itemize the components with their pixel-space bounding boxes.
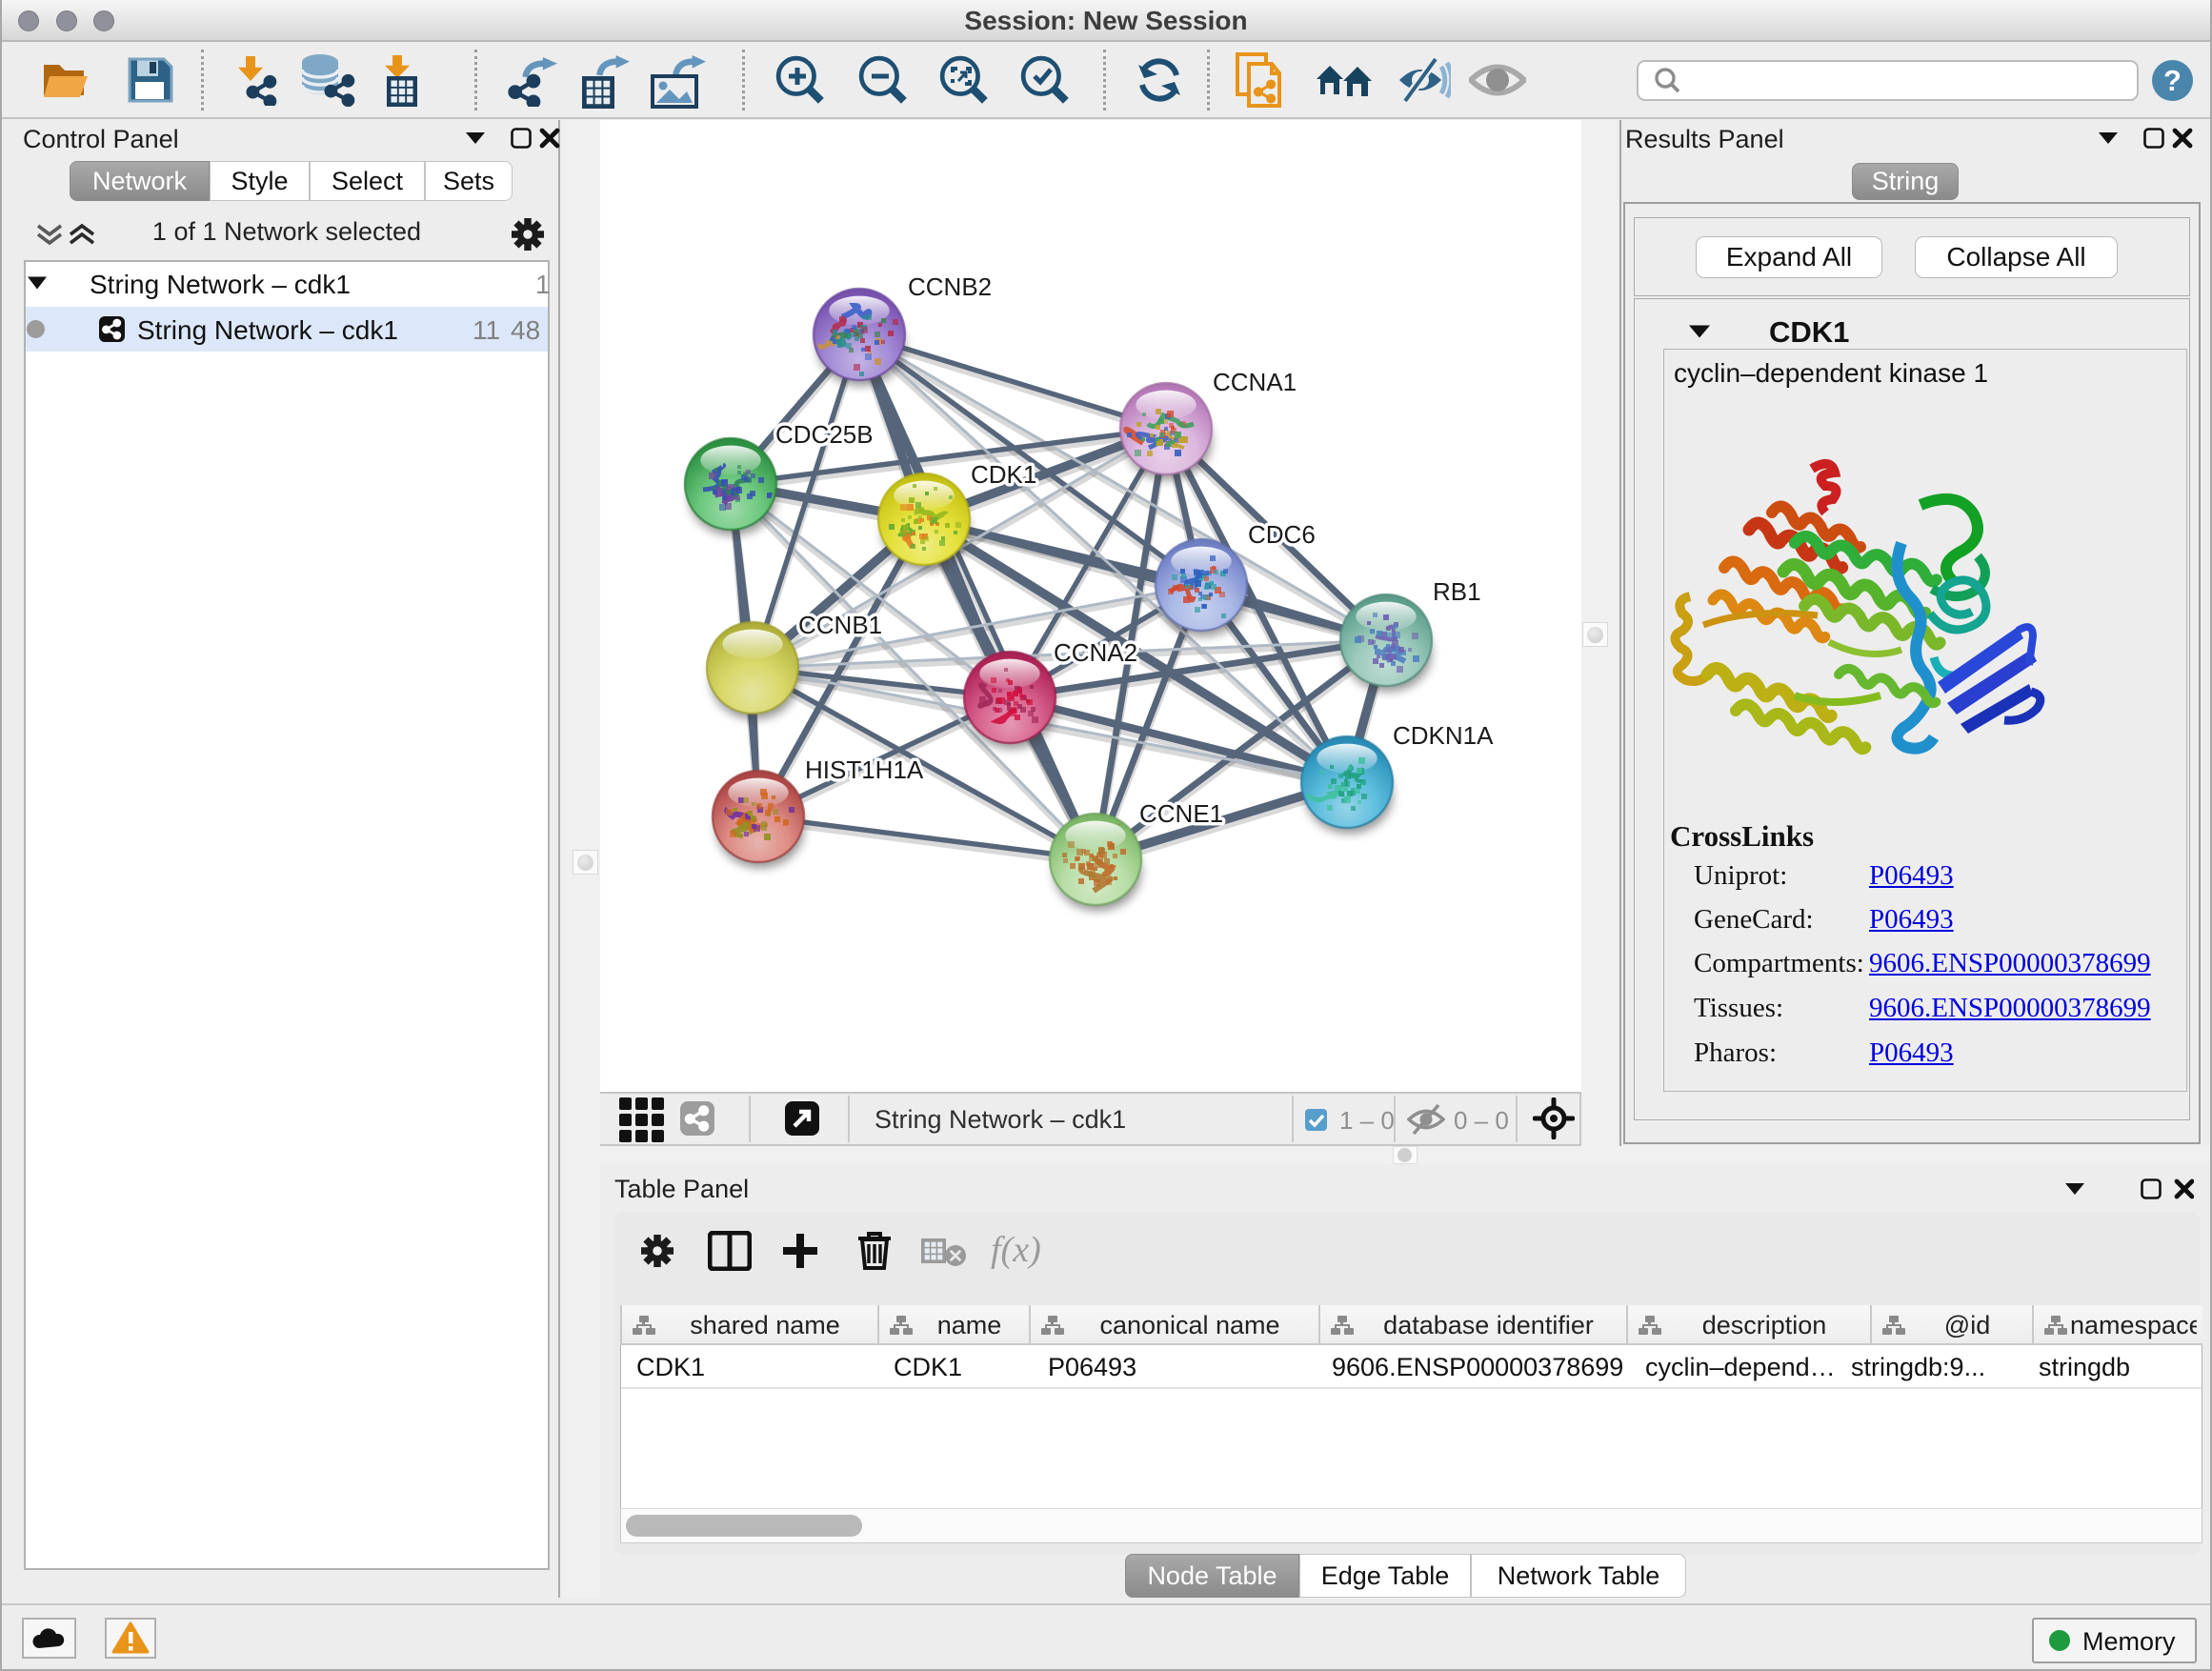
svg-text:CCNA2: CCNA2 <box>1054 638 1137 667</box>
svg-text:CCNB2: CCNB2 <box>908 272 992 301</box>
svg-text:HIST1H1A: HIST1H1A <box>805 755 924 784</box>
svg-text:CDKN1A: CDKN1A <box>1393 721 1494 750</box>
svg-text:CDC25B: CDC25B <box>775 420 874 449</box>
svg-text:CCNA1: CCNA1 <box>1213 368 1297 396</box>
svg-text:CCNE1: CCNE1 <box>1139 799 1223 828</box>
svg-text:CDK1: CDK1 <box>971 460 1036 489</box>
svg-text:CCNB1: CCNB1 <box>798 611 882 639</box>
svg-text:CDC6: CDC6 <box>1248 520 1316 549</box>
svg-text:RB1: RB1 <box>1433 577 1481 606</box>
